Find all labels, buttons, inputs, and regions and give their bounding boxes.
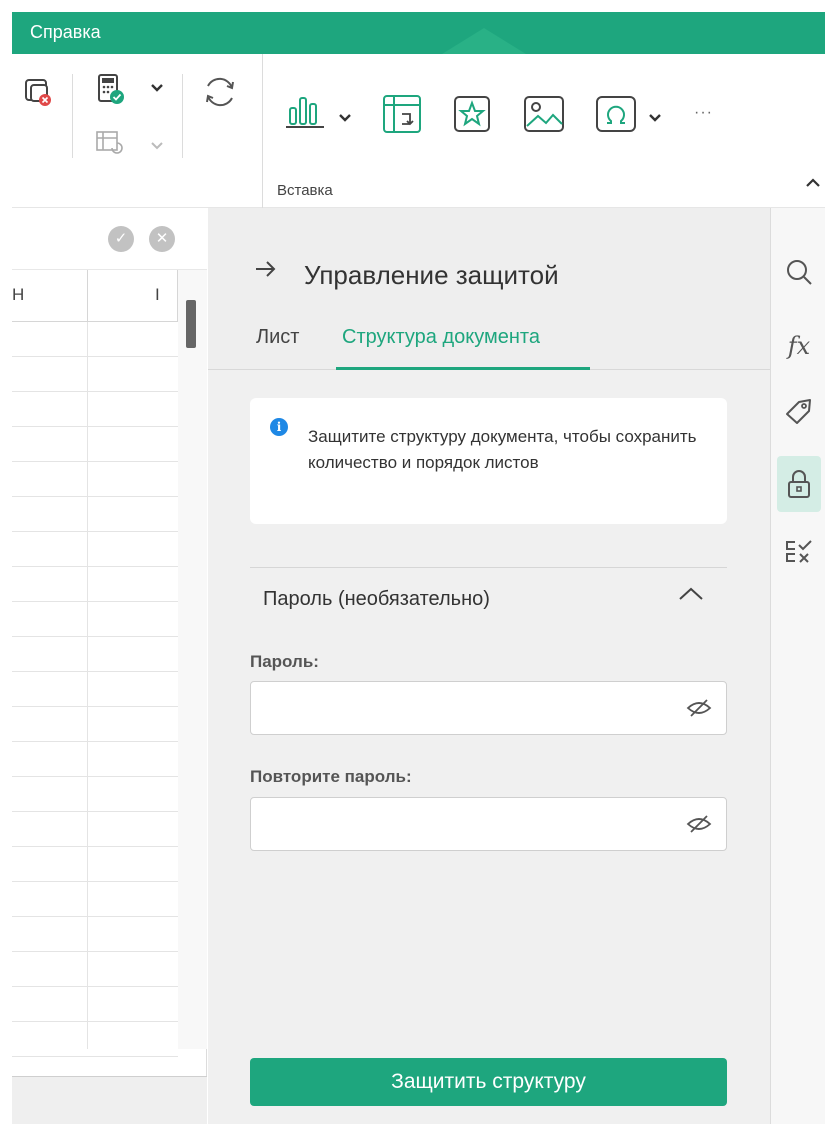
right-sidebar: fx [770, 208, 825, 1124]
password-label: Пароль: [250, 652, 319, 671]
repeat-password-label: Повторите пароль: [250, 767, 412, 786]
symbol-omega-icon[interactable] [594, 94, 638, 139]
recalc-sheet-icon[interactable] [94, 128, 126, 165]
image-icon[interactable] [522, 94, 566, 139]
table-row[interactable] [12, 952, 178, 987]
protection-panel: Управление защитой Лист Структура докуме… [208, 208, 770, 1124]
info-icon: i [270, 418, 288, 436]
chevron-down-icon[interactable] [648, 110, 662, 126]
repeat-password-field[interactable] [250, 797, 727, 851]
table-row[interactable] [12, 707, 178, 742]
table-row[interactable] [12, 497, 178, 532]
tag-icon[interactable] [779, 392, 819, 432]
search-icon[interactable] [779, 252, 819, 292]
tab-help[interactable]: Справка [30, 22, 101, 43]
table-row[interactable] [12, 812, 178, 847]
section-divider [250, 567, 727, 568]
table-row[interactable] [12, 987, 178, 1022]
table-row[interactable] [12, 357, 178, 392]
confirm-icon[interactable]: ✓ [108, 226, 134, 252]
refresh-icon[interactable] [200, 72, 240, 117]
tab-sheet[interactable]: Лист [256, 326, 299, 349]
table-row[interactable] [12, 777, 178, 812]
formula-bar: ✓ ✕ [12, 208, 207, 270]
table-row[interactable] [12, 462, 178, 497]
ribbon-divider [182, 74, 183, 158]
arrow-right-icon[interactable] [254, 258, 278, 286]
table-row[interactable] [12, 742, 178, 777]
eye-off-icon[interactable] [686, 812, 712, 841]
sheet-status-area [12, 1076, 207, 1124]
more-icon[interactable]: ··· [694, 104, 713, 122]
table-row[interactable] [12, 322, 178, 357]
chevron-down-icon [150, 138, 164, 154]
table-row[interactable] [12, 427, 178, 462]
repeat-password-input[interactable] [251, 798, 671, 850]
column-header-label: H [12, 285, 25, 304]
function-icon[interactable]: fx [779, 326, 819, 366]
shape-star-icon[interactable] [452, 94, 492, 139]
column-header-i[interactable]: I [88, 270, 178, 322]
table-row[interactable] [12, 637, 178, 672]
function-icon-label: fx [787, 332, 811, 360]
protect-sheet-remove-icon[interactable] [22, 76, 56, 115]
pivot-table-icon[interactable] [380, 92, 424, 141]
info-text: Защитите структуру документа, чтобы сохр… [308, 427, 697, 472]
info-box: i Защитите структуру документа, чтобы со… [250, 398, 727, 524]
tab-document-structure[interactable]: Структура документа [342, 326, 540, 349]
table-row[interactable] [12, 532, 178, 567]
panel-header: Управление защитой Лист Структура докуме… [208, 208, 770, 370]
spreadsheet-area: ✓ ✕ H I [12, 208, 207, 1124]
table-row[interactable] [12, 567, 178, 602]
lock-icon[interactable] [777, 456, 821, 512]
ribbon-divider [262, 54, 263, 208]
ribbon-divider [72, 74, 73, 158]
column-header-label: I [155, 285, 160, 304]
chart-icon[interactable] [284, 92, 328, 137]
tab-indicator-notch [442, 28, 526, 54]
ribbon-collapse-icon[interactable] [805, 176, 821, 194]
table-row[interactable] [12, 882, 178, 917]
scrollbar-track[interactable] [178, 270, 207, 1049]
table-row[interactable] [12, 672, 178, 707]
top-menu-bar: Справка [12, 12, 825, 54]
column-header-h[interactable]: H [12, 270, 88, 322]
ribbon: ··· Вставка [12, 54, 825, 208]
table-row[interactable] [12, 917, 178, 952]
table-row[interactable] [12, 602, 178, 637]
panel-title: Управление защитой [304, 260, 559, 290]
table-row[interactable] [12, 1022, 178, 1057]
password-section-heading[interactable]: Пароль (необязательно) [263, 588, 490, 611]
checklist-icon[interactable] [779, 532, 819, 572]
password-input[interactable] [251, 682, 671, 734]
protect-structure-button[interactable]: Защитить структуру [250, 1058, 727, 1106]
chevron-up-icon[interactable] [678, 586, 704, 607]
active-tab-indicator [336, 367, 590, 370]
eye-off-icon[interactable] [686, 696, 712, 725]
table-row[interactable] [12, 847, 178, 882]
cancel-icon[interactable]: ✕ [149, 226, 175, 252]
cell-grid[interactable] [12, 322, 178, 1057]
scrollbar-thumb[interactable] [186, 300, 196, 348]
chevron-down-icon[interactable] [338, 110, 352, 126]
ribbon-section-label: Вставка [277, 182, 333, 199]
password-field[interactable] [250, 681, 727, 735]
table-row[interactable] [12, 392, 178, 427]
chevron-down-icon[interactable] [150, 80, 164, 96]
calc-options-icon[interactable] [94, 72, 130, 113]
